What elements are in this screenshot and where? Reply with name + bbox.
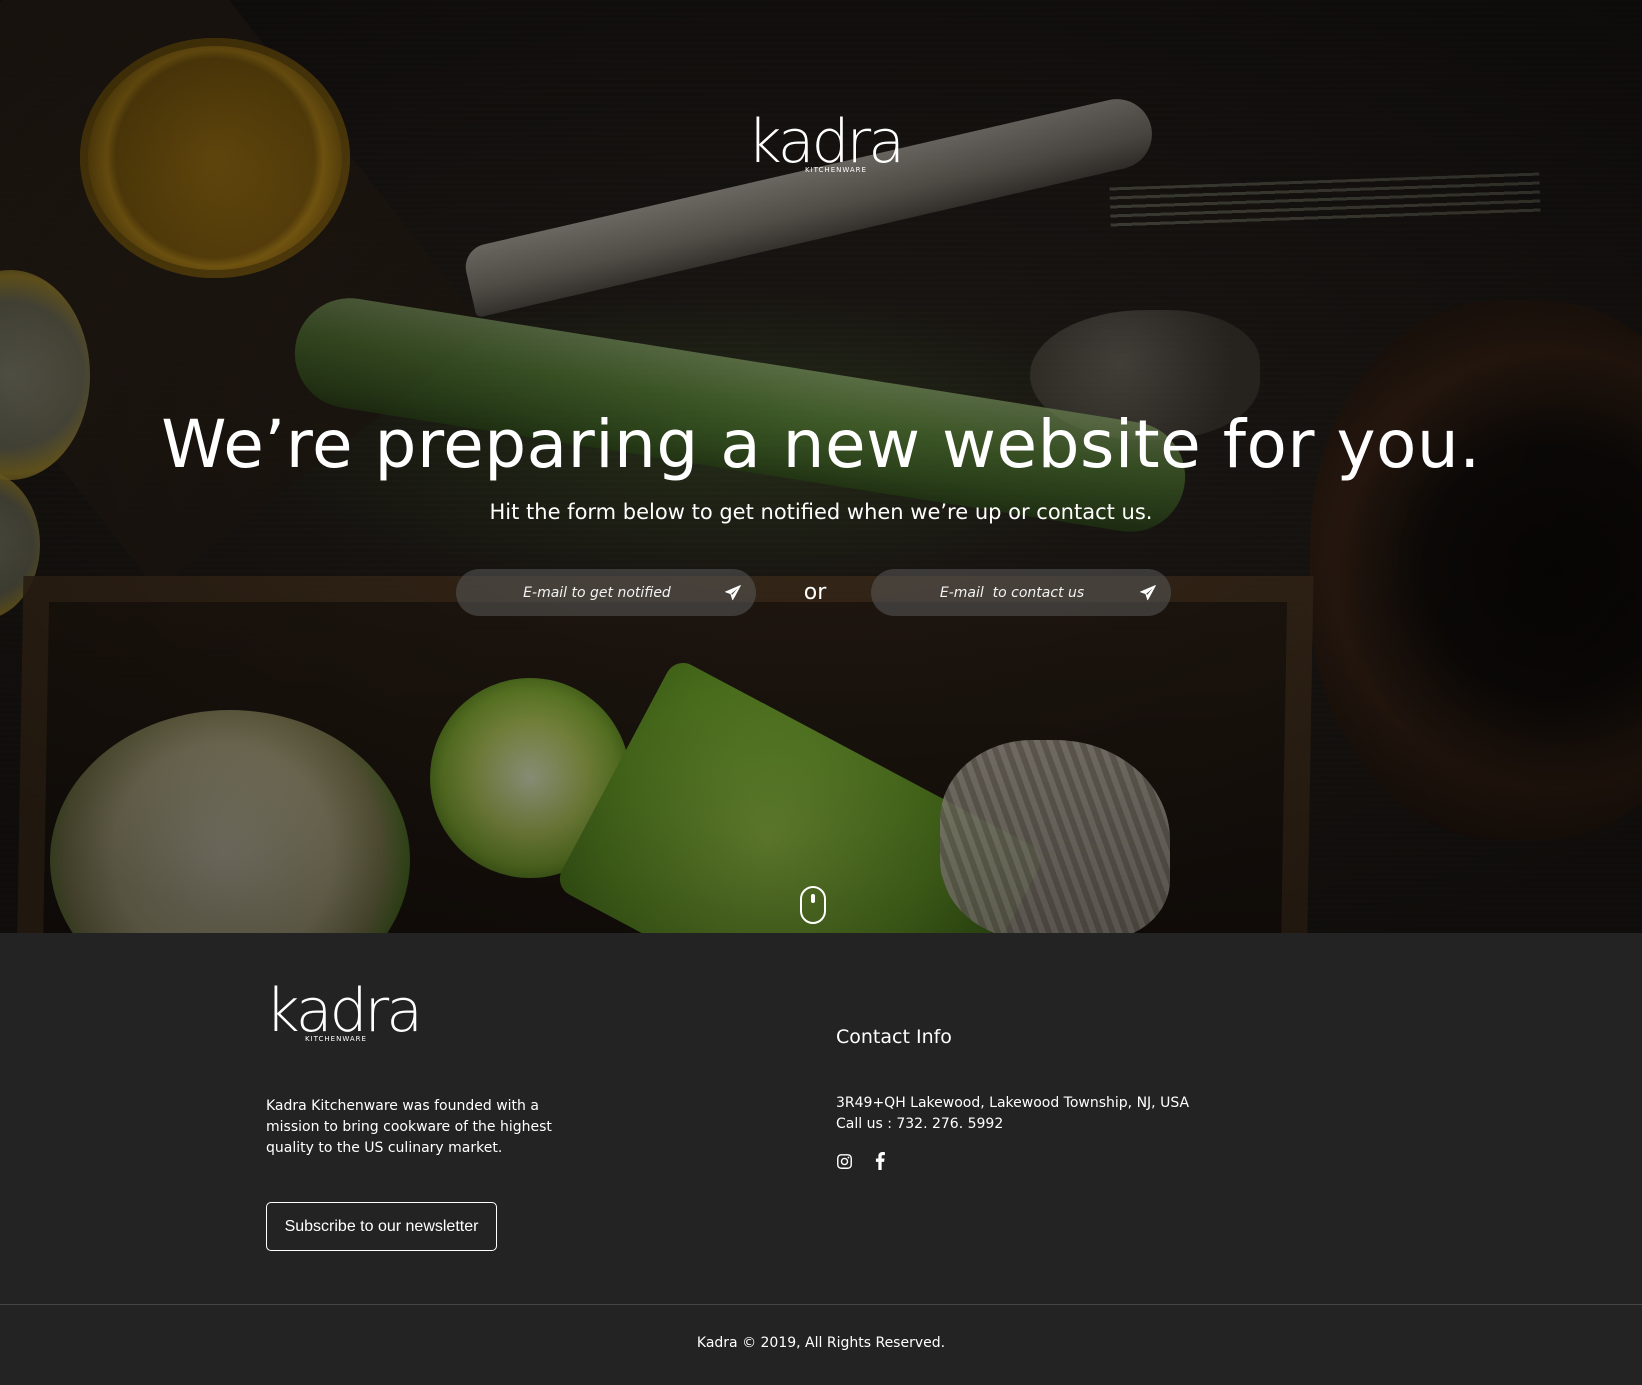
copyright-text: Kadra © 2019, All Rights Reserved. <box>696 1335 946 1351</box>
logo-wordmark: kadra <box>747 107 905 177</box>
contact-address: 3R49+QH Lakewood, Lakewood Township, NJ,… <box>836 1095 1190 1111</box>
notify-email-input[interactable] <box>456 569 710 616</box>
page-subheadline: Hit the form below to get notified when … <box>489 500 1153 524</box>
contact-email-form <box>871 569 1171 616</box>
page-headline: We’re preparing a new website for you. <box>161 406 1481 483</box>
mouse-scroll-icon[interactable] <box>800 886 826 924</box>
contact-send-button[interactable] <box>1125 569 1171 616</box>
site-footer: kadra KITCHENWARE Kadra Kitchenware was … <box>0 933 1642 1385</box>
facebook-link[interactable] <box>871 1152 889 1170</box>
contact-phone[interactable]: Call us : 732. 276. 5992 <box>836 1114 1003 1134</box>
form-separator: or <box>803 580 827 605</box>
footer-divider <box>0 1304 1642 1305</box>
hero-section: kadra KITCHENWARE We’re preparing a new … <box>0 0 1642 933</box>
footer-logo[interactable]: kadra KITCHENWARE <box>265 976 423 1051</box>
notify-email-form <box>456 569 756 616</box>
hero-content: kadra KITCHENWARE We’re preparing a new … <box>0 0 1642 933</box>
facebook-icon <box>875 1152 885 1170</box>
contact-email-input[interactable] <box>871 569 1125 616</box>
mouse-wheel <box>811 894 815 903</box>
contact-info-heading: Contact Info <box>836 1026 952 1048</box>
instagram-link[interactable] <box>835 1152 853 1170</box>
notify-send-button[interactable] <box>710 569 756 616</box>
subscribe-newsletter-button[interactable]: Subscribe to our newsletter <box>266 1202 497 1251</box>
paper-plane-icon <box>725 584 741 600</box>
company-description: Kadra Kitchenware was founded with a mis… <box>266 1098 552 1156</box>
paper-plane-icon <box>1140 584 1156 600</box>
hero-logo[interactable]: kadra KITCHENWARE <box>747 107 905 190</box>
instagram-icon <box>836 1153 852 1169</box>
logo-wordmark: kadra <box>265 976 423 1046</box>
